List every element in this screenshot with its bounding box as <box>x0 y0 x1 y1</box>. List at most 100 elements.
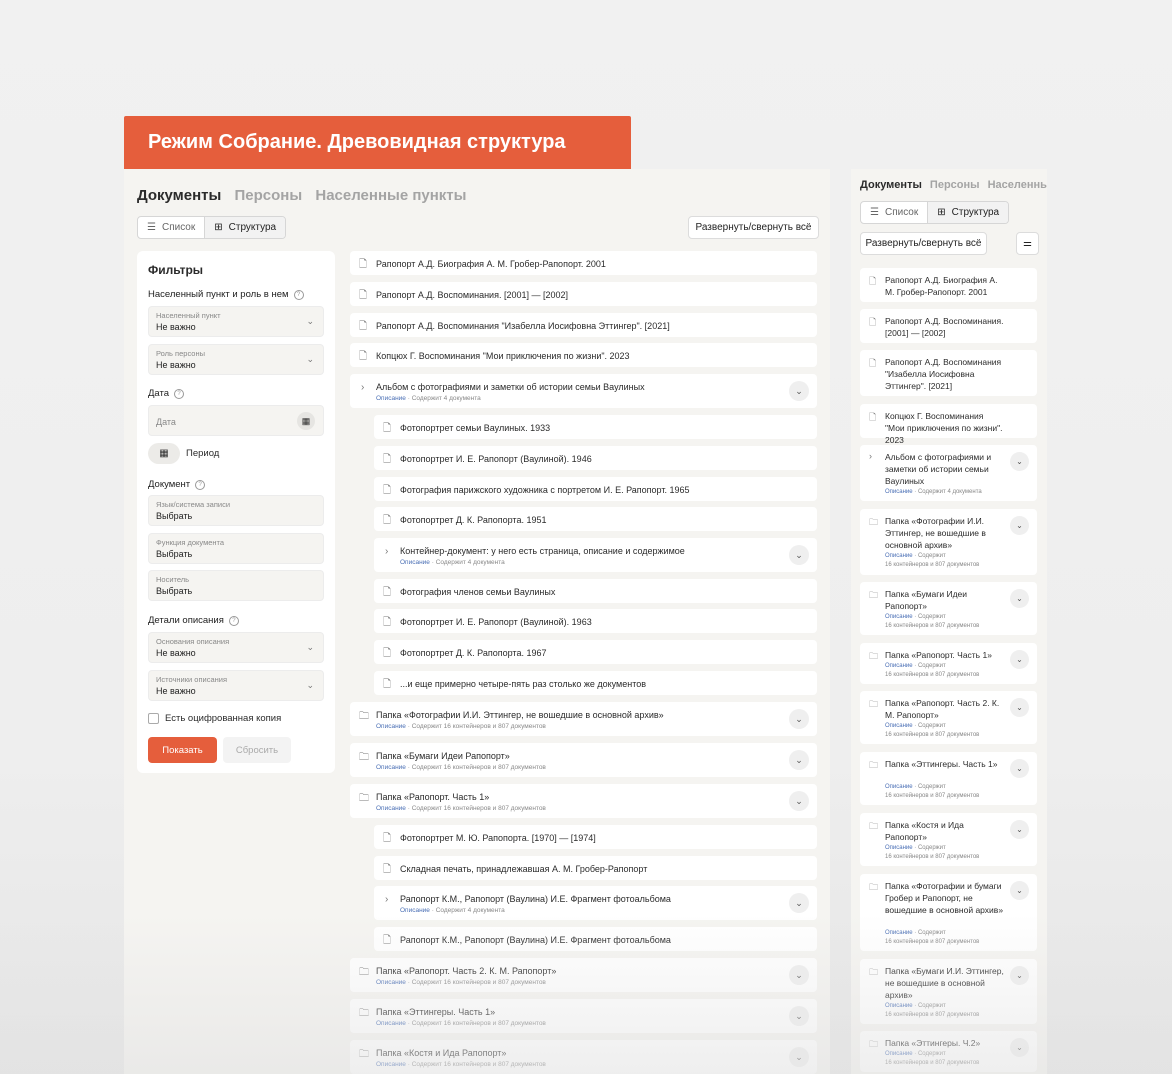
filter-settings-icon[interactable]: ⚌ <box>1016 232 1039 255</box>
chevron-down-icon[interactable]: ⌄ <box>1010 650 1029 669</box>
folder-icon: 🗀 <box>359 1008 369 1019</box>
tree-item-folder[interactable]: 🗀 Папка «Рапопорт. Часть 2. К. М. Рапопо… <box>860 691 1037 744</box>
settlement-select[interactable]: Населенный пункт Не важно ⌄ <box>148 306 324 337</box>
chevron-down-icon[interactable]: ⌄ <box>789 893 809 913</box>
chevron-right-icon[interactable]: › <box>385 894 388 905</box>
document-icon: 🗋 <box>383 679 392 690</box>
tree-item-folder[interactable]: 🗀 Папка «Костя и Ида Рапопорт» Описание … <box>860 813 1037 866</box>
tree-item-doc[interactable]: 🗋 Фотография парижского художника с порт… <box>374 477 817 501</box>
chevron-down-icon[interactable]: ⌄ <box>1010 589 1029 608</box>
sources-select[interactable]: Источники описания Не важно ⌄ <box>148 670 324 701</box>
tab-settlements[interactable]: Населенные пункты <box>988 179 1047 191</box>
person-role-select[interactable]: Роль персоны Не важно ⌄ <box>148 344 324 375</box>
tree-item-container[interactable]: › Альбом с фотографиями и заметки об ист… <box>860 445 1037 501</box>
chevron-down-icon[interactable]: ⌄ <box>1010 452 1029 471</box>
tab-settlements[interactable]: Населенные пункты <box>315 187 466 204</box>
chevron-down-icon[interactable]: ⌄ <box>1010 759 1029 778</box>
basis-select[interactable]: Основания описания Не важно ⌄ <box>148 632 324 663</box>
tree-item-doc[interactable]: 🗋 Копцюх Г. Воспоминания "Мои приключени… <box>860 404 1037 445</box>
tree-item-folder[interactable]: 🗀 Папка «Фотографии и бумаги Гробер и Ра… <box>860 874 1037 951</box>
tree-item-doc[interactable]: 🗋 Фотопортрет И. Е. Рапопорт (Ваулиной).… <box>374 609 817 633</box>
tree-item-doc[interactable]: 🗋 Фотопортрет Д. К. Рапопорта. 1967 <box>374 640 817 664</box>
tree-item-doc[interactable]: 🗋 Рапопорт А.Д. Воспоминания. [2001] — [… <box>860 309 1037 343</box>
chevron-down-icon[interactable]: ⌄ <box>789 545 809 565</box>
tree-item-doc[interactable]: 🗋 Фотопортрет М. Ю. Рапопорта. [1970] — … <box>374 825 817 849</box>
language-select[interactable]: Язык/система записи Выбрать <box>148 495 324 526</box>
date-input[interactable]: Дата ▦ <box>148 405 324 436</box>
tree-item-folder[interactable]: 🗀 Папка «Костя и Ида Рапопорт» Описание … <box>350 1040 817 1074</box>
tree-item-container[interactable]: › Рапопорт К.М., Рапопорт (Ваулина) И.Е.… <box>374 886 817 920</box>
tab-persons[interactable]: Персоны <box>930 179 980 191</box>
help-icon[interactable]: ? <box>174 388 185 399</box>
chevron-down-icon[interactable]: ⌄ <box>1010 1038 1029 1057</box>
tree-item-doc[interactable]: 🗋 Фотопортрет семьи Ваулиных. 1933 <box>374 415 817 439</box>
digital-copy-checkbox[interactable]: Есть оцифрованная копия <box>148 713 281 724</box>
tree-item-doc[interactable]: 🗋 ...и еще примерно четыре-пять раз стол… <box>374 671 817 695</box>
chevron-down-icon[interactable]: ⌄ <box>1010 698 1029 717</box>
tree-item-doc[interactable]: 🗋 Фотография членов семьи Ваулиных <box>374 579 817 603</box>
chevron-down-icon[interactable]: ⌄ <box>789 1047 809 1067</box>
chevron-right-icon[interactable]: › <box>361 382 364 393</box>
chevron-right-icon[interactable]: › <box>869 451 872 461</box>
tree-item-doc[interactable]: 🗋 Рапопорт А.Д. Воспоминания "Изабелла И… <box>860 350 1037 396</box>
tab-persons[interactable]: Персоны <box>235 187 303 204</box>
chevron-down-icon[interactable]: ⌄ <box>789 791 809 811</box>
tree-item-container[interactable]: › Контейнер-документ: у него есть страни… <box>374 538 817 572</box>
help-icon[interactable]: ? <box>195 479 206 490</box>
expand-all-button[interactable]: Развернуть/свернуть всё <box>860 232 987 255</box>
list-view-button[interactable]: ☰ Список <box>861 202 927 223</box>
expand-all-button[interactable]: Развернуть/свернуть всё <box>688 216 819 239</box>
tab-documents[interactable]: Документы <box>860 179 922 191</box>
tree-item-container[interactable]: › Альбом с фотографиями и заметки об ист… <box>350 374 817 408</box>
carrier-select[interactable]: Носитель Выбрать <box>148 570 324 601</box>
tree-item-doc[interactable]: 🗋 Рапопорт А.Д. Биография А. М. Гробер-Р… <box>350 251 817 275</box>
tree-item-folder[interactable]: 🗀 Папка «Рапопорт. Часть 2. К. М. Рапопо… <box>350 958 817 992</box>
chevron-down-icon[interactable]: ⌄ <box>1010 820 1029 839</box>
chevron-down-icon[interactable]: ⌄ <box>789 709 809 729</box>
chevron-down-icon[interactable]: ⌄ <box>789 381 809 401</box>
tree-item-doc[interactable]: 🗋 Складная печать, принадлежавшая А. М. … <box>374 856 817 880</box>
chevron-down-icon[interactable]: ⌄ <box>789 965 809 985</box>
doc-function-select[interactable]: Функция документа Выбрать <box>148 533 324 564</box>
chevron-down-icon[interactable]: ⌄ <box>1010 966 1029 985</box>
reset-button[interactable]: Сбросить <box>223 737 291 763</box>
list-view-button[interactable]: ☰ Список <box>138 217 204 238</box>
tree-item-doc[interactable]: 🗋 Рапопорт А.Д. Воспоминания. [2001] — [… <box>350 282 817 306</box>
document-icon: 🗋 <box>869 358 877 368</box>
chevron-down-icon[interactable]: ⌄ <box>1010 881 1029 900</box>
view-toggle: ☰ Список ⊞ Структура <box>137 216 287 239</box>
tree-item-folder[interactable]: 🗀 Папка «Фотографии И.И. Эттингер, не во… <box>860 509 1037 575</box>
folder-icon: 🗀 <box>869 760 879 770</box>
tree-item-doc[interactable]: 🗋 Рапопорт А.Д. Биография А. М. Гробер-Р… <box>860 268 1037 302</box>
show-button[interactable]: Показать <box>148 737 217 763</box>
structure-view-button[interactable]: ⊞ Структура <box>927 202 1009 223</box>
document-icon: 🗋 <box>869 412 877 422</box>
tree-item-doc[interactable]: 🗋 Копцюх Г. Воспоминания "Мои приключени… <box>350 343 817 367</box>
tree-item-folder[interactable]: 🗀 Папка «Эттингеры. Часть 1» Описание · … <box>350 999 817 1033</box>
checkbox-box[interactable] <box>148 713 159 724</box>
tree-item-folder[interactable]: 🗀 Папка «Рапопорт. Часть 1» Описание · С… <box>350 784 817 818</box>
tree-item-folder[interactable]: 🗀 Папка «Эттингеры. Ч.2» Описание · Соде… <box>860 1031 1037 1072</box>
tab-documents[interactable]: Документы <box>137 187 221 204</box>
calendar-icon[interactable]: ▦ <box>297 412 315 430</box>
tree-item-folder[interactable]: 🗀 Папка «Фотографии И.И. Эттингер, не во… <box>350 702 817 736</box>
tree-item-folder[interactable]: 🗀 Папка «Эттингеры. Часть 1» Описание · … <box>860 752 1037 805</box>
structure-view-button[interactable]: ⊞ Структура <box>204 217 286 238</box>
chevron-down-icon[interactable]: ⌄ <box>789 750 809 770</box>
chevron-right-icon[interactable]: › <box>385 546 388 557</box>
tree-item-doc[interactable]: 🗋 Фотопортрет Д. К. Рапопорта. 1951 <box>374 507 817 531</box>
document-section: Документ ? <box>148 479 206 490</box>
tree-item-doc[interactable]: 🗋 Рапопорт А.Д. Воспоминания "Изабелла И… <box>350 313 817 337</box>
period-toggle[interactable]: ▦ Период <box>148 443 219 464</box>
tree-item-folder[interactable]: 🗀 Папка «Бумаги Идеи Рапопорт» Описание … <box>860 582 1037 635</box>
chevron-down-icon[interactable]: ⌄ <box>1010 516 1029 535</box>
list-icon: ☰ <box>870 207 879 218</box>
help-icon[interactable]: ? <box>228 615 239 626</box>
tree-item-folder[interactable]: 🗀 Папка «Рапопорт. Часть 1» Описание · С… <box>860 643 1037 684</box>
tree-item-doc[interactable]: 🗋 Рапопорт К.М., Рапопорт (Ваулина) И.Е.… <box>374 927 817 951</box>
chevron-down-icon[interactable]: ⌄ <box>789 1006 809 1026</box>
help-icon[interactable]: ? <box>293 289 304 300</box>
tree-item-doc[interactable]: 🗋 Фотопортрет И. Е. Рапопорт (Ваулиной).… <box>374 446 817 470</box>
tree-item-folder[interactable]: 🗀 Папка «Бумаги И.И. Эттингер, не вошедш… <box>860 959 1037 1024</box>
tree-item-folder[interactable]: 🗀 Папка «Бумаги Идеи Рапопорт» Описание … <box>350 743 817 777</box>
